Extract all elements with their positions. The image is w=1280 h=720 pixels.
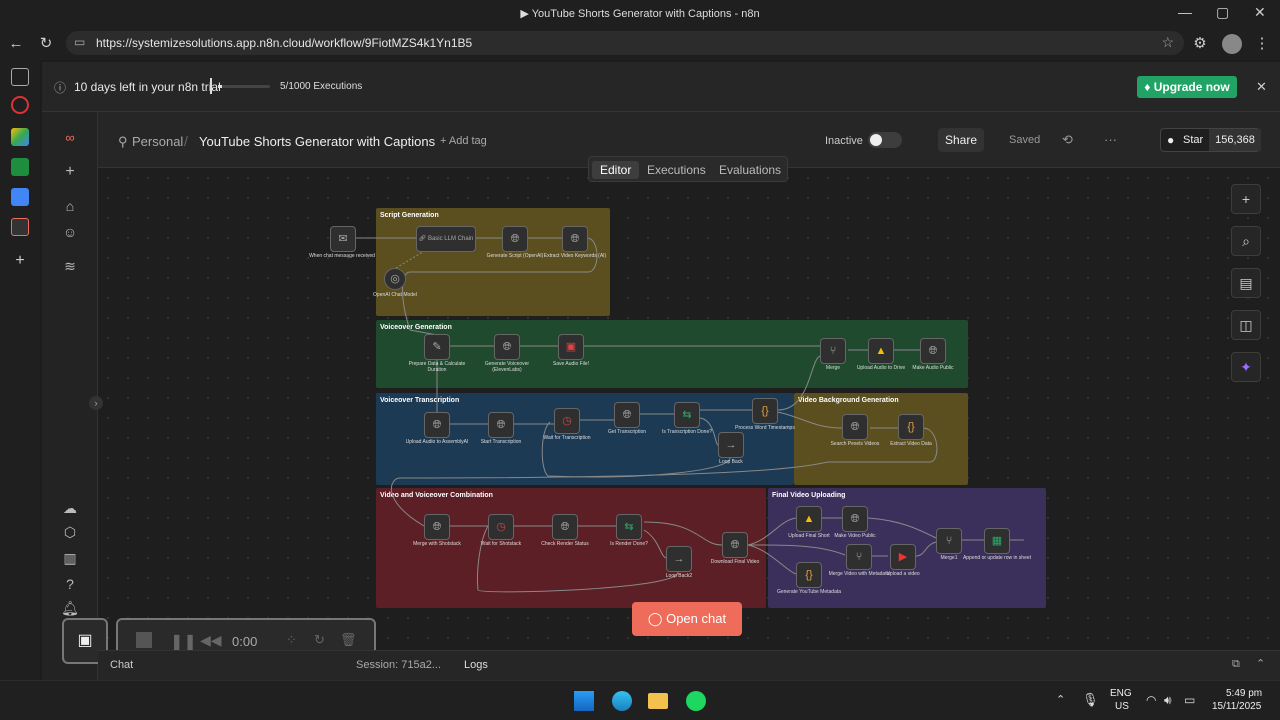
node-label: Prepare Data & Calculate Duration [408, 361, 466, 373]
file-explorer-icon[interactable] [648, 693, 668, 709]
generate-voiceover-node[interactable]: 🌐︎ [494, 334, 520, 360]
node-label: Wait for Shotstack [480, 541, 522, 547]
node-label: Check Render Status [541, 541, 589, 547]
node-label: Loop Back2 [665, 573, 693, 579]
rewind-icon[interactable]: ◀◀ [200, 632, 222, 649]
node-label: Generate Voiceover (ElevenLabs) [484, 361, 530, 373]
upload-video-node[interactable]: ▶ [890, 544, 916, 570]
node-label: Upload a video [886, 571, 920, 577]
merge-node[interactable]: ⑂ [820, 338, 846, 364]
chat-trigger-node[interactable]: ✉ [330, 226, 356, 252]
openai-model-node[interactable]: ◎ [384, 268, 406, 290]
node-label: Upload Audio to AssemblyAI [405, 439, 469, 445]
node-label: Generate YouTube Metadata [776, 589, 842, 595]
microphone-icon[interactable]: 🎙︎ [1082, 692, 1099, 708]
generate-metadata-node[interactable]: {} [796, 562, 822, 588]
node-label: OpenAI Chat Model [373, 292, 417, 298]
make-video-public-node[interactable]: 🌐︎ [842, 506, 868, 532]
upload-assembly-node[interactable]: 🌐︎ [424, 412, 450, 438]
node-label: Make Audio Public [912, 365, 954, 371]
open-chat-label: Open chat [666, 611, 727, 626]
region-label: US [1115, 701, 1129, 712]
node-label: Start Transcription [480, 439, 522, 445]
download-final-node[interactable]: 🌐︎ [722, 532, 748, 558]
stop-icon[interactable] [136, 632, 152, 648]
language-label[interactable]: ENG [1110, 688, 1132, 699]
node-label: Loop Back [719, 459, 743, 465]
open-chat-button[interactable]: ◯ Open chat [632, 602, 742, 636]
extract-keywords-node[interactable]: 🌐︎ [562, 226, 588, 252]
start-transcription-node[interactable]: 🌐︎ [488, 412, 514, 438]
session-label: Session: 715a2... [356, 659, 442, 671]
chat-bubble-icon: ◯ [647, 611, 667, 626]
node-label: Basic LLM Chain [427, 236, 474, 242]
save-audio-node[interactable]: ▣ [558, 334, 584, 360]
chat-tab[interactable]: Chat [110, 659, 133, 671]
make-audio-public-node[interactable]: 🌐︎ [920, 338, 946, 364]
node-label: Save Audio File! [552, 361, 590, 367]
node-label: Download Final Video [710, 559, 760, 565]
node-label: Extract Video Data [890, 441, 932, 447]
node-label: Wait for Transcription [543, 435, 591, 441]
clock-date: 15/11/2025 [1212, 701, 1262, 712]
volume-icon[interactable]: 🔊︎ [1164, 693, 1172, 708]
node-label: Is Render Done? [610, 541, 648, 547]
node-label: Process Word Timestamps [735, 425, 795, 431]
node-label: Is Transcription Done? [661, 429, 713, 435]
windows-taskbar: ⌃ 🎙︎ ENG US ◠ 🔊︎ ▭ 5:49 pm 15/11/2025 [0, 680, 1280, 720]
edge-icon[interactable] [612, 691, 632, 711]
generate-script-node[interactable]: 🌐︎ [502, 226, 528, 252]
process-timestamps-node[interactable]: {} [752, 398, 778, 424]
upload-drive-node[interactable]: ▲ [868, 338, 894, 364]
is-render-done-node[interactable]: ⇆ [616, 514, 642, 540]
loop-back2-node[interactable]: → [666, 546, 692, 572]
start-icon[interactable] [574, 691, 594, 711]
trash-icon[interactable]: 🗑︎ [340, 632, 357, 648]
append-sheet-node[interactable]: ▦ [984, 528, 1010, 554]
popout-icon[interactable]: ⧉ [1232, 658, 1240, 671]
check-render-node[interactable]: 🌐︎ [552, 514, 578, 540]
prepare-data-node[interactable]: ✎ [424, 334, 450, 360]
recorder-time: 0:00 [232, 634, 258, 649]
grid-icon[interactable]: ⁘ [286, 632, 297, 648]
spotify-icon[interactable] [686, 691, 706, 711]
merge-metadata-node[interactable]: ⑂ [846, 544, 872, 570]
llm-chain-node[interactable]: 🔗︎ Basic LLM Chain [416, 226, 476, 252]
clock-time[interactable]: 5:49 pm [1226, 688, 1262, 699]
upload-final-short-node[interactable]: ▲ [796, 506, 822, 532]
pause-icon[interactable]: ❚❚ [170, 632, 197, 652]
is-done-node[interactable]: ⇆ [674, 402, 700, 428]
wifi-icon[interactable]: ◠ [1146, 693, 1156, 707]
node-label: Append or update row in sheet [962, 555, 1032, 561]
extract-video-data-node[interactable]: {} [898, 414, 924, 440]
merge-shotstack-node[interactable]: 🌐︎ [424, 514, 450, 540]
search-pexels-node[interactable]: 🌐︎ [842, 414, 868, 440]
loop-back-node[interactable]: → [718, 432, 744, 458]
battery-icon[interactable]: ▭ [1184, 693, 1195, 707]
merge1-node[interactable]: ⑂ [936, 528, 962, 554]
restart-icon[interactable]: ↻ [314, 632, 325, 648]
node-label: When chat message received [309, 253, 375, 259]
node-label: Merge with Shotstack [413, 541, 461, 547]
expand-icon[interactable]: ⌃ [1256, 657, 1265, 670]
node-label: Make Video Public [834, 533, 876, 539]
tray-chevron-icon[interactable]: ⌃ [1056, 693, 1065, 706]
logs-tab[interactable]: Logs [464, 659, 488, 671]
node-label: Extract Video Keywords (AI) [543, 253, 607, 259]
wait-shotstack-node[interactable]: ◷ [488, 514, 514, 540]
wait-transcription-node[interactable]: ◷ [554, 408, 580, 434]
chat-logs-bar: Chat Session: 715a2... Logs ⧉ ⌃ [98, 650, 1280, 680]
get-transcription-node[interactable]: 🌐︎ [614, 402, 640, 428]
